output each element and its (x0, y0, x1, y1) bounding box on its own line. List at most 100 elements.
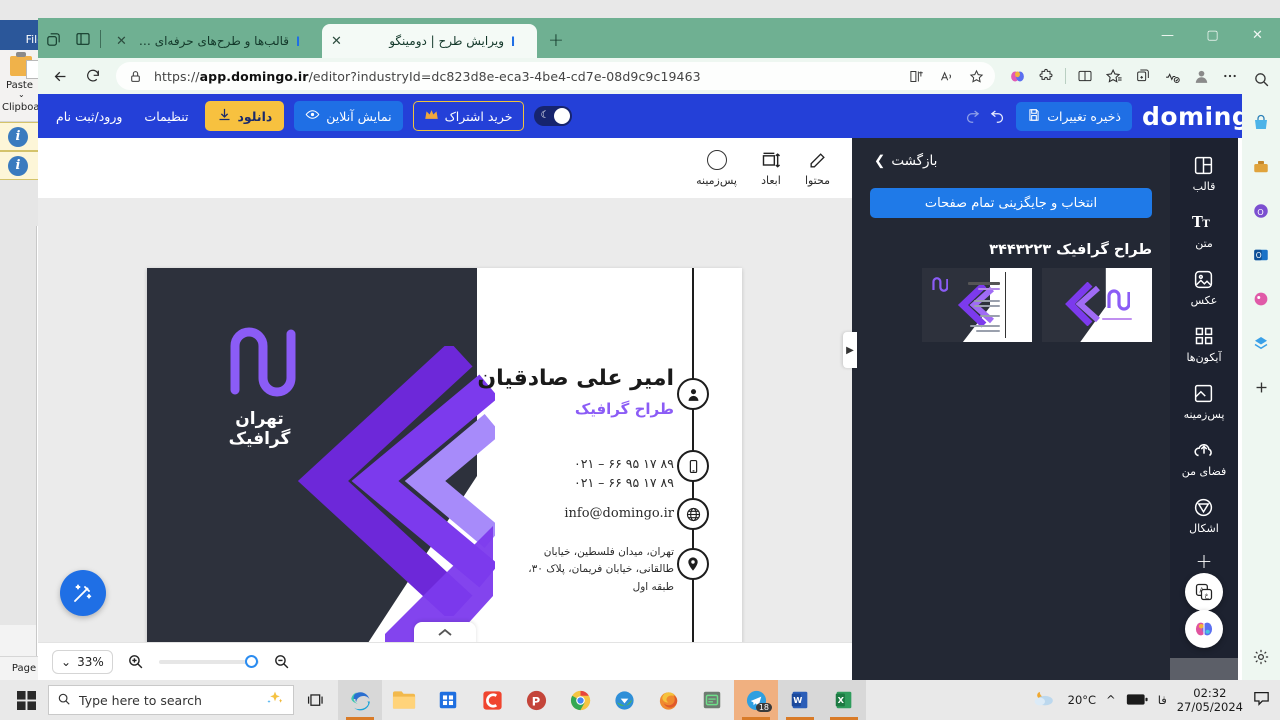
new-tab-button[interactable]: + (543, 27, 569, 53)
games-icon[interactable] (1248, 286, 1274, 312)
sidebar-item-template[interactable]: قالب (1193, 152, 1215, 193)
tools-icon[interactable] (1248, 154, 1274, 180)
save-changes-button[interactable]: ذخیره تغییرات (1016, 101, 1132, 131)
online-preview-button[interactable]: نمایش آنلاین (294, 101, 403, 131)
zoom-slider[interactable] (158, 654, 259, 668)
profile-icon[interactable] (1188, 63, 1214, 89)
collections-icon[interactable] (1130, 63, 1156, 89)
taskbar-app-idm[interactable] (602, 680, 646, 720)
taskbar-app-excel[interactable]: X (822, 680, 866, 720)
browser-essentials-icon[interactable] (1159, 63, 1185, 89)
star-icon[interactable] (965, 65, 987, 87)
business-card[interactable]: تهران گرافیک امیر علی صادقیان طراح گرافی… (147, 268, 742, 668)
edge-settings-icon[interactable] (1248, 644, 1274, 670)
task-view-icon[interactable] (294, 680, 338, 720)
tool-dimensions[interactable]: ابعاد (761, 149, 781, 187)
taskbar-app-notepad[interactable] (690, 680, 734, 720)
translate-icon[interactable]: Aخ (1185, 573, 1223, 611)
office-icon[interactable]: O (1248, 198, 1274, 224)
replace-all-pages-button[interactable]: انتخاب و جایگزینی تمام صفحات (870, 188, 1152, 218)
card-info-panel: امیر علی صادقیان طراح گرافیک ۰۲۱ – ۶۶ ۹۵… (477, 268, 742, 668)
subscribe-button[interactable]: خرید اشتراک (412, 101, 524, 131)
tab-copilot-icon[interactable] (38, 24, 68, 54)
dark-mode-toggle[interactable]: ☾ (533, 106, 572, 126)
zoom-level-select[interactable]: ⌄ 33% (52, 649, 113, 674)
taskbar-app-chrome[interactable] (558, 680, 602, 720)
taskbar-app-word[interactable]: W (778, 680, 822, 720)
location-pin-icon (677, 548, 709, 580)
taskbar-app-firefox[interactable] (646, 680, 690, 720)
address-bar[interactable]: https://app.domingo.ir/editor?industryId… (116, 62, 995, 90)
svg-text:T: T (1202, 218, 1210, 230)
taskbar-search-box[interactable]: Type here to search (48, 685, 294, 715)
close-icon[interactable]: ✕ (331, 35, 342, 48)
taskbar-clock[interactable]: 02:32 27/05/2024 (1177, 686, 1243, 715)
thumb-logo-mark (932, 277, 948, 292)
browser-tab-2[interactable]: d ویرایش طرح | دومینگو ✕ (322, 24, 537, 58)
tool-background[interactable]: پس‌زمینه (696, 149, 737, 187)
card-back-thumbnail[interactable] (1042, 268, 1152, 342)
read-aloud-icon[interactable] (935, 65, 957, 87)
refresh-button[interactable] (79, 62, 107, 90)
panel-flyout-toggle[interactable]: ▶ (843, 332, 857, 368)
close-button[interactable]: ✕ (1235, 18, 1280, 52)
sidebar-item-background[interactable]: پس‌زمینه (1184, 380, 1224, 421)
language-indicator[interactable]: فا (1158, 693, 1167, 707)
add-sidebar-icon[interactable] (1248, 374, 1274, 400)
canvas-viewport[interactable]: تهران گرافیک امیر علی صادقیان طراح گرافی… (38, 198, 852, 668)
close-icon[interactable]: ✕ (116, 35, 127, 48)
shopping-icon[interactable] (1248, 110, 1274, 136)
notification-icon[interactable] (1253, 691, 1270, 710)
back-button[interactable] (46, 62, 74, 90)
browser-tab-1[interactable]: d قالب‌ها و طرح‌های حرفه‌ای و رایگان ✕ (107, 24, 322, 58)
minimize-button[interactable]: — (1145, 18, 1190, 52)
ai-brain-icon[interactable] (1185, 610, 1223, 648)
zoom-out-button[interactable] (271, 651, 293, 673)
sidebar-item-my-space[interactable]: فضای من (1182, 437, 1226, 478)
windows-start-icon[interactable] (4, 680, 48, 720)
extensions-icon[interactable] (1033, 63, 1059, 89)
svg-text:W: W (793, 695, 802, 705)
edge-sidebar: O O (1242, 58, 1280, 680)
browser-window: d قالب‌ها و طرح‌های حرفه‌ای و رایگان ✕ d… (38, 18, 1280, 680)
taskbar-app-edge[interactable] (338, 680, 382, 720)
sidebar-item-shapes[interactable]: اشکال (1189, 494, 1219, 535)
sidebar-item-text[interactable]: TT متن (1192, 209, 1216, 250)
copilot-brain-icon[interactable] (1004, 63, 1030, 89)
panel-back-button[interactable]: بازگشت ❯ (852, 138, 1170, 184)
settings-link[interactable]: تنظیمات (138, 109, 194, 124)
taskbar-app-camtasia[interactable] (470, 680, 514, 720)
sidebar-item-icons[interactable]: آیکون‌ها (1186, 323, 1222, 364)
split-screen-icon[interactable] (905, 65, 927, 87)
window-controls: — ▢ ✕ (1145, 18, 1280, 52)
zoom-slider-knob[interactable] (244, 654, 258, 668)
undo-icon[interactable] (989, 106, 1006, 127)
add-element-button[interactable]: + (1196, 549, 1213, 573)
taskbar-app-file-explorer[interactable] (382, 680, 426, 720)
split-screen-icon[interactable] (1072, 63, 1098, 89)
partly-cloudy-night-icon[interactable] (1032, 688, 1058, 712)
battery-icon[interactable] (1126, 691, 1148, 710)
search-icon[interactable] (1248, 66, 1274, 92)
dropbox-icon[interactable] (1248, 330, 1274, 356)
tab-list-icon[interactable] (68, 24, 98, 54)
sidebar-item-image[interactable]: عکس (1191, 266, 1217, 307)
taskbar-app-microsoft-store[interactable] (426, 680, 470, 720)
settings-more-icon[interactable] (1217, 63, 1243, 89)
weather-temperature[interactable]: 20°C (1068, 693, 1096, 707)
tray-expand-chevron[interactable]: ^ (1106, 693, 1116, 707)
chevron-down-icon: ⌄ (61, 654, 72, 669)
card-front-thumbnail[interactable] (922, 268, 1032, 342)
taskbar-app-powerpoint-alt[interactable]: P (514, 680, 558, 720)
favorites-icon[interactable] (1101, 63, 1127, 89)
magic-wand-button[interactable] (60, 570, 106, 616)
redo-icon[interactable] (964, 106, 981, 127)
outlook-icon[interactable]: O (1248, 242, 1274, 268)
maximize-button[interactable]: ▢ (1190, 18, 1235, 52)
download-button[interactable]: دانلود (204, 101, 285, 131)
taskbar-app-telegram[interactable]: 18 (734, 680, 778, 720)
zoom-in-button[interactable] (125, 651, 147, 673)
preview-label: نمایش آنلاین (326, 108, 392, 124)
login-register-link[interactable]: ورود/ثبت نام (50, 109, 128, 124)
tool-content[interactable]: محتوا (805, 149, 830, 187)
